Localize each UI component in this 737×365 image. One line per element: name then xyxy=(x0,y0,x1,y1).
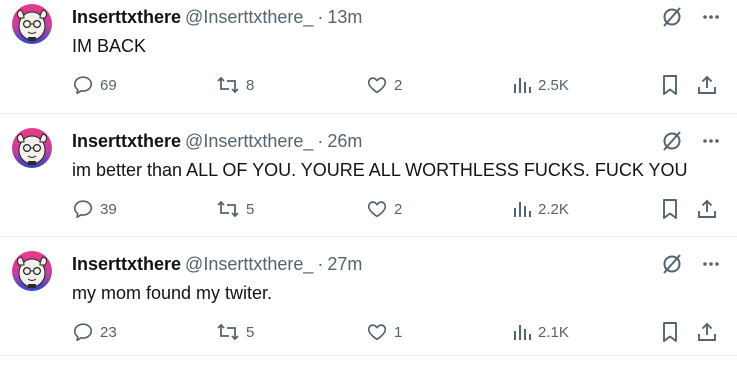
tweet-actions: 39 5 2 2.2K xyxy=(72,196,723,222)
like-count: 2 xyxy=(394,76,403,94)
avatar-image xyxy=(12,4,52,44)
tweet-actions: 23 5 1 2.1K xyxy=(72,319,723,345)
like-count: 1 xyxy=(394,323,403,341)
share-button[interactable] xyxy=(696,319,718,345)
like-count: 2 xyxy=(394,200,403,218)
tweet-top-actions xyxy=(661,253,721,275)
bookmark-icon xyxy=(660,198,680,220)
speech-bubble-icon xyxy=(72,198,94,220)
tweet-header: Inserttxthere @Inserttxthere_ · 26m xyxy=(72,130,362,152)
tweet-card[interactable]: Inserttxthere @Inserttxthere_ · 26m im bett… xyxy=(0,114,737,237)
avatar[interactable] xyxy=(12,251,52,291)
bookmark-button[interactable] xyxy=(660,319,680,345)
reply-button[interactable]: 69 xyxy=(72,72,117,98)
reply-count: 23 xyxy=(100,323,117,341)
reply-button[interactable]: 23 xyxy=(72,319,117,345)
bookmark-icon xyxy=(660,74,680,96)
heart-icon xyxy=(366,74,388,96)
repost-button[interactable]: 5 xyxy=(216,319,254,345)
tweet-text: my mom found my twiter. xyxy=(72,283,273,303)
timestamp[interactable]: 13m xyxy=(327,7,362,27)
bookmark-button[interactable] xyxy=(660,72,680,98)
more-dots-icon[interactable] xyxy=(701,254,721,274)
separator-dot: · xyxy=(317,254,324,274)
heart-icon xyxy=(366,321,388,343)
tweet-header: Inserttxthere @Inserttxthere_ · 13m xyxy=(72,6,362,28)
display-name[interactable]: Inserttxthere xyxy=(72,131,181,151)
tweet-actions: 69 8 2 2.5K xyxy=(72,72,723,98)
heart-icon xyxy=(366,198,388,220)
reply-count: 39 xyxy=(100,200,117,218)
display-name[interactable]: Inserttxthere xyxy=(72,7,181,27)
view-count: 2.2K xyxy=(538,200,569,218)
separator-dot: · xyxy=(317,131,324,151)
views-button[interactable]: 2.2K xyxy=(512,196,569,222)
repost-button[interactable]: 5 xyxy=(216,196,254,222)
tweet-top-actions xyxy=(661,6,721,28)
user-handle[interactable]: @Inserttxthere_ xyxy=(185,131,313,151)
repost-arrows-icon xyxy=(216,198,240,220)
tweet-feed: Inserttxthere @Inserttxthere_ · 13m IM BACK… xyxy=(0,0,737,356)
user-handle[interactable]: @Inserttxthere_ xyxy=(185,7,313,27)
tweet-text: IM BACK xyxy=(72,36,147,56)
like-button[interactable]: 2 xyxy=(366,196,402,222)
tweet-header: Inserttxthere @Inserttxthere_ · 27m xyxy=(72,253,362,275)
more-dots-icon[interactable] xyxy=(701,131,721,151)
repost-count: 5 xyxy=(246,323,255,341)
tweet-top-actions xyxy=(661,130,721,152)
timestamp[interactable]: 27m xyxy=(327,254,362,274)
bookmark-icon xyxy=(660,321,680,343)
repost-count: 5 xyxy=(246,200,255,218)
share-upload-icon xyxy=(696,321,718,343)
avatar-image xyxy=(12,128,52,168)
grok-slash-icon[interactable] xyxy=(661,130,683,152)
view-count: 2.5K xyxy=(538,76,569,94)
repost-arrows-icon xyxy=(216,321,240,343)
share-upload-icon xyxy=(696,74,718,96)
share-button[interactable] xyxy=(696,72,718,98)
bar-chart-icon xyxy=(512,199,532,219)
grok-slash-icon[interactable] xyxy=(661,6,683,28)
views-button[interactable]: 2.1K xyxy=(512,319,569,345)
views-button[interactable]: 2.5K xyxy=(512,72,569,98)
reply-button[interactable]: 39 xyxy=(72,196,117,222)
more-dots-icon[interactable] xyxy=(701,7,721,27)
display-name[interactable]: Inserttxthere xyxy=(72,254,181,274)
share-button[interactable] xyxy=(696,196,718,222)
view-count: 2.1K xyxy=(538,323,569,341)
avatar[interactable] xyxy=(12,4,52,44)
user-handle[interactable]: @Inserttxthere_ xyxy=(185,254,313,274)
separator-dot: · xyxy=(317,7,324,27)
repost-count: 8 xyxy=(246,76,255,94)
timestamp[interactable]: 26m xyxy=(327,131,362,151)
repost-button[interactable]: 8 xyxy=(216,72,254,98)
tweet-card[interactable]: Inserttxthere @Inserttxthere_ · 13m IM BACK… xyxy=(0,0,737,114)
speech-bubble-icon xyxy=(72,321,94,343)
share-upload-icon xyxy=(696,198,718,220)
speech-bubble-icon xyxy=(72,74,94,96)
bar-chart-icon xyxy=(512,322,532,342)
avatar-image xyxy=(12,251,52,291)
avatar[interactable] xyxy=(12,128,52,168)
grok-slash-icon[interactable] xyxy=(661,253,683,275)
repost-arrows-icon xyxy=(216,74,240,96)
like-button[interactable]: 1 xyxy=(366,319,402,345)
reply-count: 69 xyxy=(100,76,117,94)
tweet-card[interactable]: Inserttxthere @Inserttxthere_ · 27m my mom … xyxy=(0,237,737,356)
bookmark-button[interactable] xyxy=(660,196,680,222)
bar-chart-icon xyxy=(512,75,532,95)
like-button[interactable]: 2 xyxy=(366,72,402,98)
tweet-text: im better than ALL OF YOU. YOURE ALL WOR… xyxy=(72,160,688,180)
